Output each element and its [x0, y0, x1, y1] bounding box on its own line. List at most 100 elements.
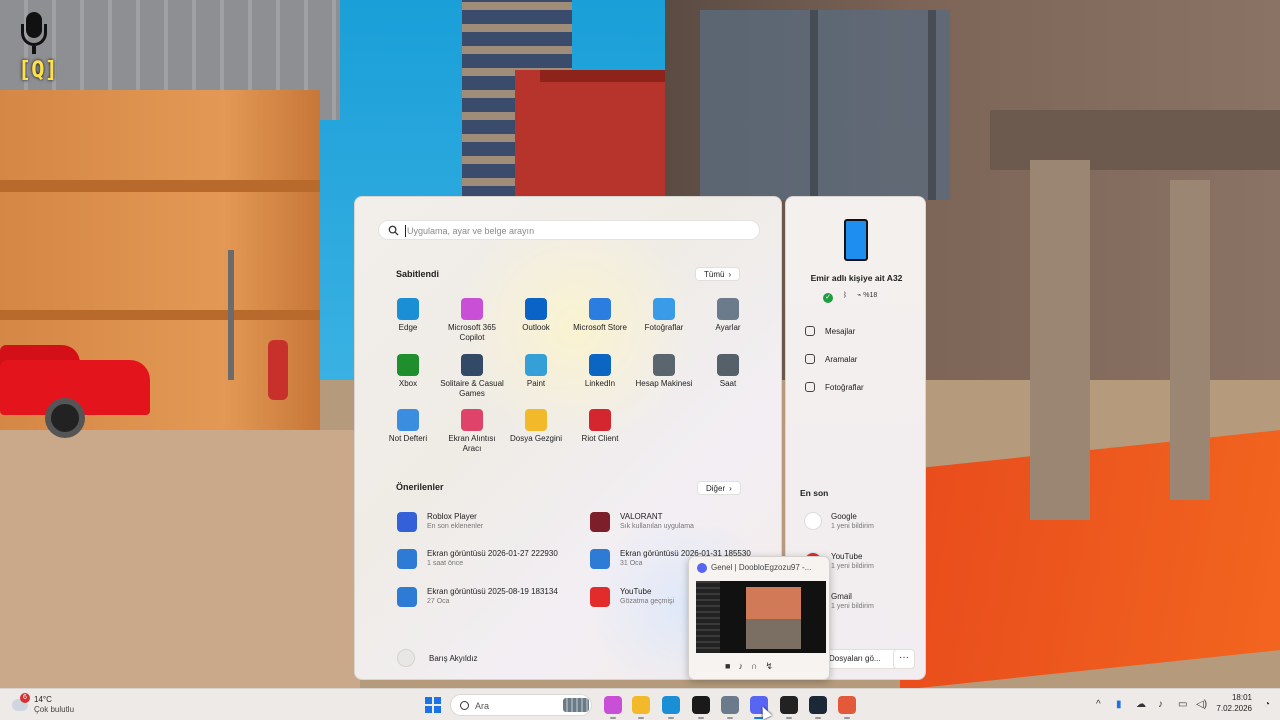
app-label: LinkedIn	[584, 379, 616, 388]
text-caret	[405, 225, 406, 237]
more-options-button[interactable]: ···	[893, 649, 915, 669]
taskbar-app-epic-launcher-dark[interactable]	[692, 696, 710, 719]
recommended-subtitle: 31 Oca	[620, 560, 643, 567]
microphone-icon[interactable]: ♪	[738, 661, 751, 671]
recommended-title: Ekran görüntüsü 2025-08-19 183134	[427, 587, 558, 596]
app-label: Microsoft Store	[573, 323, 627, 332]
pinned-app-snipping[interactable]: Ekran Alıntısı Aracı	[440, 409, 504, 454]
pinned-app-solitaire[interactable]: Solitaire & Casual Games	[440, 354, 504, 399]
pinned-app-linkedin[interactable]: LinkedIn	[568, 354, 632, 389]
pillar	[1170, 180, 1210, 500]
recommended-subtitle: 27 Oca	[427, 598, 450, 605]
bluetooth-icon: ᛒ	[842, 292, 848, 299]
network-icon[interactable]: ▭	[1178, 699, 1187, 710]
app-label: Outlook	[522, 323, 550, 332]
pinned-app-edge[interactable]: Edge	[376, 298, 440, 333]
recommended-item[interactable]: Roblox Player En son eklenenler	[397, 512, 577, 536]
pinned-app-folder[interactable]: Dosya Gezgini	[504, 409, 568, 444]
more-recommended-button[interactable]: Diğer ›	[697, 481, 741, 495]
pinned-app-store[interactable]: Microsoft Store	[568, 298, 632, 333]
recommended-item[interactable]: YouTube Gözatma geçmişi	[590, 587, 700, 611]
pinned-app-photos[interactable]: Fotoğraflar	[632, 298, 696, 333]
notification-app: Google	[831, 512, 857, 521]
start-search-input[interactable]: Uygulama, ayar ve belge arayın	[378, 220, 760, 240]
pinned-app-outlook[interactable]: Outlook	[504, 298, 568, 333]
hang-up-icon[interactable]: ↯	[765, 661, 781, 671]
push-to-talk-key: [Q]	[18, 58, 58, 83]
phone-icon	[844, 219, 868, 261]
running-indicator	[610, 717, 616, 719]
message-icon	[805, 326, 815, 336]
chevron-up-icon[interactable]: ^	[1096, 699, 1101, 710]
date: 7.02.2026	[1216, 704, 1252, 713]
xbox-icon	[397, 354, 419, 376]
app-label: Paint	[526, 379, 546, 388]
sidewalk	[0, 430, 360, 688]
all-apps-button[interactable]: Tümü ›	[695, 267, 741, 281]
linkedin-icon	[589, 354, 611, 376]
battery-icon: ⌁	[857, 292, 862, 299]
search-placeholder: Uygulama, ayar ve belge arayın	[407, 226, 535, 236]
start-button[interactable]	[425, 697, 441, 713]
camera-icon[interactable]: ■	[725, 661, 738, 671]
connected-check-icon: ✓	[823, 293, 833, 303]
taskbar-app-epic-games[interactable]	[780, 696, 798, 719]
weather-temperature: 14°C	[34, 695, 52, 704]
recommended-item[interactable]: VALORANT Sık kullanılan uygulama	[590, 512, 700, 536]
chevron-right-icon: ›	[728, 270, 732, 279]
phone-messages-link[interactable]: Mesajlar	[805, 326, 855, 336]
search-icon	[388, 225, 399, 236]
headphones-icon[interactable]: ∩	[751, 661, 765, 671]
discord-window-preview[interactable]: Genel | DoobloEgzozu97 -... ■♪∩↯	[688, 556, 830, 680]
taskbar-app-settings[interactable]	[721, 696, 739, 719]
pinned-app-paint[interactable]: Paint	[504, 354, 568, 389]
app-label: Ekran Alıntısı Aracı	[448, 434, 496, 453]
view-files-button[interactable]: Dosyaları gö...	[822, 649, 900, 669]
image-file-icon	[590, 549, 610, 569]
snipping-icon	[461, 409, 483, 431]
recommended-subtitle: En son eklenenler	[427, 523, 484, 530]
phone-calls-link[interactable]: Aramalar	[805, 354, 857, 364]
app-label: Ayarlar	[715, 323, 741, 332]
pinned-app-copilot[interactable]: Microsoft 365 Copilot	[440, 298, 504, 343]
onedrive-icon[interactable]: ☁	[1136, 699, 1146, 710]
pinned-app-riot[interactable]: Riot Client	[568, 409, 632, 444]
taskbar-search[interactable]: Ara	[450, 694, 592, 716]
building-ledge	[0, 180, 320, 192]
pinned-app-clock[interactable]: Saat	[696, 354, 760, 389]
riot-icon	[589, 409, 611, 431]
phone-title: Emir adlı kişiye ait A32	[810, 273, 903, 283]
clock[interactable]: 18:01 7.02.2026	[1216, 693, 1252, 713]
volume-icon[interactable]: ◁)	[1196, 699, 1207, 710]
taskbar-app-steam[interactable]	[809, 696, 827, 719]
pinned-app-xbox[interactable]: Xbox	[376, 354, 440, 389]
copilot-icon	[461, 298, 483, 320]
running-indicator	[668, 717, 674, 719]
taskbar-app-file-explorer[interactable]	[632, 696, 650, 719]
photo-icon	[805, 382, 815, 392]
time: 18:01	[1231, 693, 1252, 702]
recommended-item[interactable]: Ekran görüntüsü 2026-01-27 222930 1 saat …	[397, 549, 577, 573]
app-label: Saat	[719, 379, 737, 388]
phone-notification[interactable]: Google 1 yeni bildirim	[804, 512, 909, 536]
notification-detail: 1 yeni bildirim	[831, 523, 874, 530]
taskbar-app-edge[interactable]	[662, 696, 680, 719]
bluetooth-tray-icon[interactable]: ▮	[1116, 699, 1122, 710]
microphone-icon	[21, 12, 47, 54]
notification-icon[interactable]: ◔	[1264, 699, 1270, 710]
pinned-app-calculator[interactable]: Hesap Makinesi	[632, 354, 696, 389]
car-wheel	[45, 398, 85, 438]
running-indicator	[638, 717, 644, 719]
pinned-app-gear[interactable]: Ayarlar	[696, 298, 760, 333]
recommended-subtitle: Gözatma geçmişi	[620, 598, 675, 605]
taskbar-app-roblox-studio[interactable]	[838, 696, 856, 719]
microphone-tray-icon[interactable]: ♪	[1158, 699, 1163, 710]
chevron-right-icon: ›	[729, 484, 732, 493]
recommended-item[interactable]: Ekran görüntüsü 2026-01-31 185530 31 Oca	[590, 549, 751, 573]
recommended-item[interactable]: Ekran görüntüsü 2025-08-19 183134 27 Oca	[397, 587, 577, 611]
pinned-app-notepad[interactable]: Not Defteri	[376, 409, 440, 444]
battery-level: %18	[863, 292, 878, 299]
street-lamp	[228, 250, 234, 380]
phone-photos-link[interactable]: Fotoğraflar	[805, 382, 864, 392]
taskbar-app-copilot[interactable]	[604, 696, 622, 719]
